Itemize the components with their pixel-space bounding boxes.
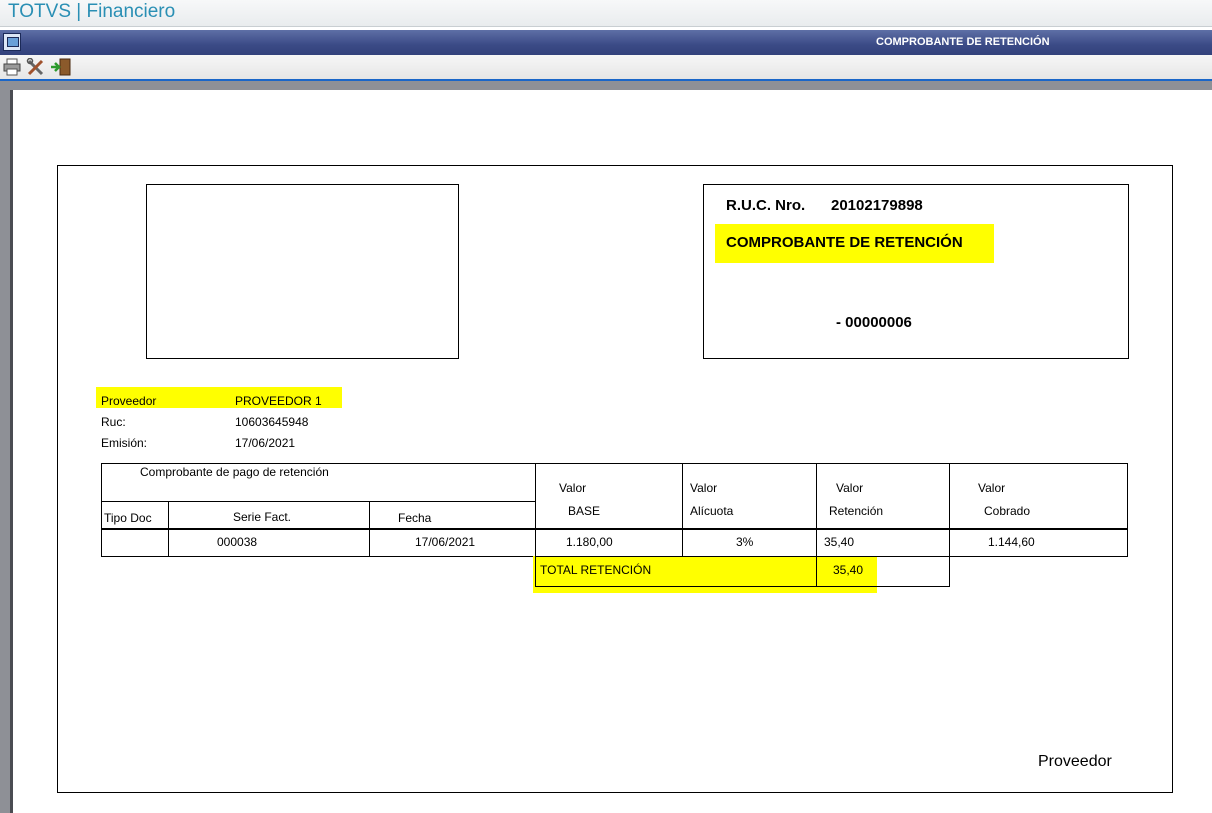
printer-icon[interactable] xyxy=(2,58,22,76)
total-value: 35,40 xyxy=(833,563,864,577)
col-cobrado-line2: Cobrado xyxy=(984,504,1031,518)
ruc2-value: 10603645948 xyxy=(235,415,309,429)
total-divider xyxy=(816,556,817,587)
ruc-value: 20102179898 xyxy=(831,197,923,214)
table-divider xyxy=(101,501,536,502)
emision-value: 17/06/2021 xyxy=(235,436,296,450)
ruc-label: R.U.C. Nro. xyxy=(726,197,806,214)
col-alicuota-line2: Alícuota xyxy=(690,504,734,518)
group-header: Comprobante de pago de retención xyxy=(140,465,329,479)
col-alicuota-line1: Valor xyxy=(690,481,718,495)
doc-number: - 00000006 xyxy=(836,314,912,331)
exit-icon[interactable] xyxy=(50,58,71,76)
app-title-bar: TOTVS | Financiero xyxy=(0,0,1212,27)
table-header-divider xyxy=(101,528,1128,530)
total-label: TOTAL RETENCIÓN xyxy=(540,563,652,577)
cell-base: 1.180,00 xyxy=(566,535,613,549)
window-title: COMPROBANTE DE RETENCIÓN xyxy=(876,36,1050,48)
col-fecha: Fecha xyxy=(398,511,432,525)
col-cobrado-line1: Valor xyxy=(978,481,1006,495)
tools-icon[interactable] xyxy=(26,57,46,76)
table-col-line xyxy=(168,501,169,557)
table-col-line xyxy=(535,463,536,557)
doc-title: COMPROBANTE DE RETENCIÓN xyxy=(726,234,963,251)
window-icon[interactable] xyxy=(3,33,21,51)
col-base-line2: BASE xyxy=(568,504,601,518)
cell-serie: 000038 xyxy=(217,535,258,549)
ruc2-label: Ruc: xyxy=(101,415,126,429)
cell-fecha: 17/06/2021 xyxy=(415,535,476,549)
app-title: TOTVS | Financiero xyxy=(8,1,176,22)
frame-border-left xyxy=(0,81,10,813)
col-retencion-line2: Retención xyxy=(829,504,884,518)
proveedor-value: PROVEEDOR 1 xyxy=(235,394,322,408)
toolbar xyxy=(0,55,1212,81)
table-col-line xyxy=(369,501,370,557)
col-serie-fact: Serie Fact. xyxy=(233,510,292,524)
col-retencion-line1: Valor xyxy=(836,481,864,495)
col-base-line1: Valor xyxy=(559,481,587,495)
table-col-line xyxy=(816,463,817,557)
table-col-line xyxy=(682,463,683,557)
cell-cobrado: 1.144,60 xyxy=(988,535,1035,549)
cell-retencion: 35,40 xyxy=(824,535,855,549)
logo-box xyxy=(146,184,459,359)
proveedor-label: Proveedor xyxy=(101,394,157,408)
emision-label: Emisión: xyxy=(101,436,148,450)
frame-border xyxy=(0,81,1212,90)
table-col-line xyxy=(949,463,950,557)
col-tipo-doc: Tipo Doc xyxy=(104,511,152,525)
footer-proveedor: Proveedor xyxy=(1038,753,1112,770)
cell-alicuota: 3% xyxy=(736,535,754,549)
